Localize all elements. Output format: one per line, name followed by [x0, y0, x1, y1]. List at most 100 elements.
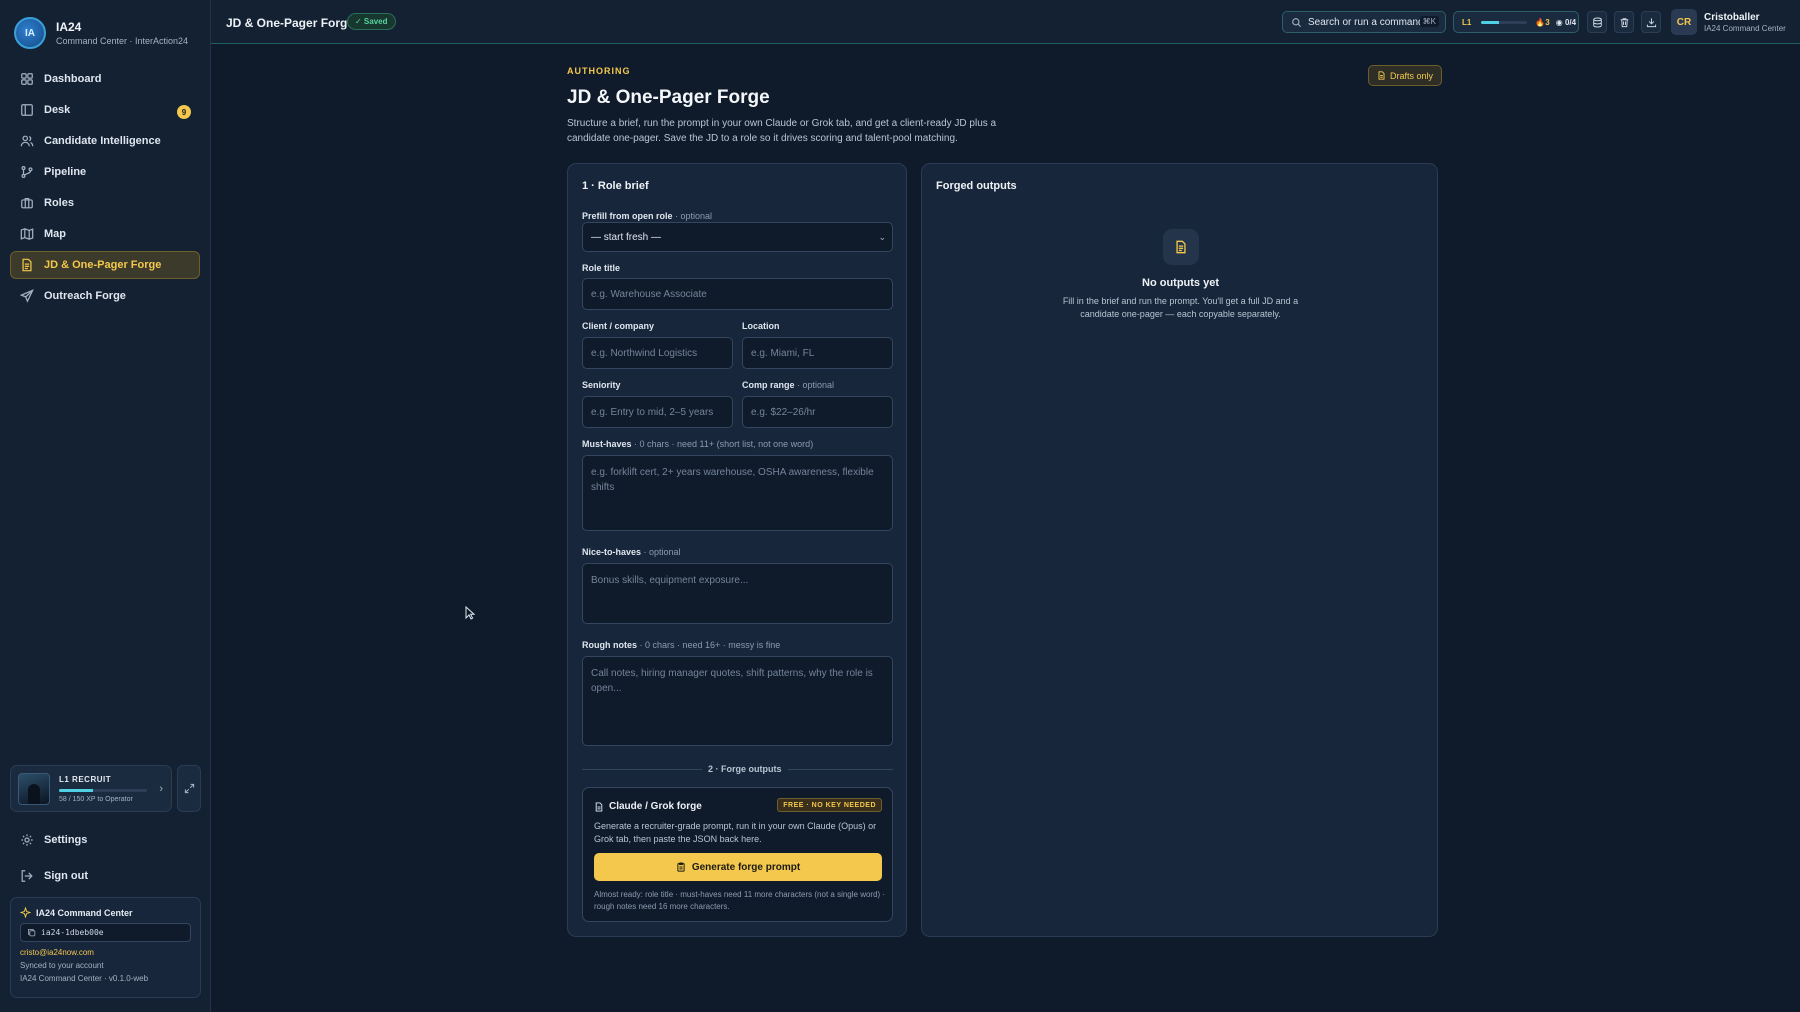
account-title: IA24 Command Center [20, 907, 191, 918]
location-label: Location [742, 321, 780, 331]
delete-button[interactable] [1614, 11, 1634, 33]
page-description: Structure a brief, run the prompt in you… [567, 118, 997, 144]
level-progress-fill [1481, 20, 1500, 24]
forge-description: Generate a recruiter-grade prompt, run i… [594, 821, 877, 844]
forge-title: Claude / Grok forge [594, 801, 702, 812]
role-title-label: Role title [582, 263, 621, 273]
comp-input[interactable]: e.g. $22–26/hr [742, 396, 893, 428]
branch-icon [21, 166, 33, 178]
account-email: cristo@ia24now.com [20, 948, 94, 957]
app-version: IA24 Command Center · v0.1.0-web [20, 974, 149, 983]
empty-document-icon [1163, 229, 1199, 265]
xp-level: L1 RECRUIT [59, 774, 112, 784]
account-id-copy[interactable]: ia24-1dbeb00e [20, 923, 191, 942]
download-button[interactable] [1641, 11, 1661, 33]
map-icon [20, 228, 34, 240]
clipboard-icon [677, 862, 685, 872]
prefill-role-select[interactable]: — start fresh — ⌄ [582, 222, 893, 252]
page-breadcrumb: JD & One-Pager Forge [226, 16, 355, 30]
gear-icon [21, 834, 33, 846]
users-icon [20, 135, 34, 147]
shortcut-hint: ⌘K [1419, 16, 1439, 27]
forged-outputs-panel: Forged outputs No outputs yet Fill in th… [921, 163, 1438, 937]
forge-outputs-heading: 2 · Forge outputs [702, 764, 788, 774]
brand-logo: IA [14, 17, 46, 49]
sidebar-item-roles[interactable]: Roles [10, 189, 200, 217]
free-tag-badge: FREE · NO KEY NEEDED [777, 798, 882, 812]
expand-button[interactable] [177, 765, 201, 812]
sidebar-item-jd-forge[interactable]: JD & One-Pager Forge [10, 251, 200, 279]
empty-state-description: Fill in the brief and run the prompt. Yo… [1062, 296, 1299, 319]
sidebar-item-candidate-intelligence[interactable]: Candidate Intelligence [10, 127, 200, 155]
quest-count: ◉ 0/4 [1555, 17, 1577, 27]
sidebar-item-desk[interactable]: Desk 9 [10, 96, 200, 124]
sidebar: IA IA24 Command Center · InterAction24 D… [0, 0, 211, 1012]
sidebar-item-dashboard[interactable]: Dashboard [10, 65, 200, 93]
nice-to-haves-textarea[interactable]: Bonus skills, equipment exposure... [582, 563, 893, 624]
dashboard-icon [21, 73, 33, 85]
sparkle-icon [20, 907, 31, 918]
send-icon [20, 289, 34, 303]
brand[interactable]: IA IA24 Command Center · InterAction24 [14, 17, 188, 49]
trash-icon [1620, 17, 1628, 27]
sidebar-item-label: Roles [44, 197, 74, 209]
saved-status-badge: ✓ Saved [347, 13, 396, 30]
prefill-label: Prefill from open role · optional [582, 211, 713, 221]
database-button[interactable] [1587, 11, 1607, 33]
briefcase-icon [21, 198, 33, 209]
desk-icon [21, 104, 33, 116]
comp-label: Comp range · optional [742, 380, 835, 390]
drafts-only-badge: Drafts only [1368, 65, 1443, 86]
brand-text: IA24 Command Center · InterAction24 [56, 20, 188, 46]
sidebar-item-settings[interactable]: Settings [10, 826, 200, 854]
sidebar-item-sign-out[interactable]: Sign out [10, 862, 200, 890]
search-icon [1292, 17, 1302, 27]
seniority-label: Seniority [582, 380, 621, 390]
document-icon [1378, 71, 1385, 80]
mouse-cursor-icon [465, 606, 475, 620]
rough-notes-label: Rough notes · 0 chars · need 16+ · messy… [582, 640, 781, 650]
forge-card: Claude / Grok forge FREE · NO KEY NEEDED… [582, 787, 893, 922]
must-haves-label: Must-haves · 0 chars · need 11+ (short l… [582, 439, 814, 449]
sidebar-item-pipeline[interactable]: Pipeline [10, 158, 200, 186]
level-progress-bar [1481, 20, 1528, 24]
client-input[interactable]: e.g. Northwind Logistics [582, 337, 733, 369]
document-icon [595, 801, 603, 812]
generate-forge-prompt-button[interactable]: Generate forge prompt [594, 853, 882, 881]
xp-progress-card[interactable]: L1 RECRUIT 58 / 150 XP to Operator › [10, 765, 172, 812]
document-icon [22, 258, 32, 272]
nice-to-haves-label: Nice-to-haves · optional [582, 547, 681, 557]
sidebar-item-label: Sign out [44, 870, 88, 882]
command-search[interactable]: Search or run a command ⌘K [1282, 11, 1446, 33]
expand-icon [184, 783, 194, 794]
level-status[interactable]: L1 🔥3 ◉ 0/4 [1453, 11, 1579, 33]
panel-title: Forged outputs [936, 180, 1017, 192]
chevron-right-icon: › [159, 783, 163, 795]
sidebar-item-outreach-forge[interactable]: Outreach Forge [10, 282, 200, 310]
account-card: IA24 Command Center ia24-1dbeb00e cristo… [10, 897, 201, 998]
chevron-down-icon: ⌄ [878, 232, 886, 242]
download-icon [1646, 17, 1656, 27]
sidebar-item-label: Candidate Intelligence [44, 135, 161, 147]
sidebar-item-label: Dashboard [44, 73, 102, 85]
brand-subtitle: Command Center · InterAction24 [56, 36, 189, 46]
location-input[interactable]: e.g. Miami, FL [742, 337, 893, 369]
user-menu[interactable]: CR Cristoballer IA24 Command Center [1671, 9, 1786, 35]
sidebar-item-map[interactable]: Map [10, 220, 200, 248]
role-title-input[interactable]: e.g. Warehouse Associate [582, 278, 893, 310]
user-name: Cristoballer [1704, 11, 1760, 23]
sidebar-nav: Dashboard Desk 9 Candidate Intelligence … [10, 65, 200, 313]
seniority-input[interactable]: e.g. Entry to mid, 2–5 years [582, 396, 733, 428]
empty-state-title: No outputs yet [1142, 277, 1219, 289]
rough-notes-textarea[interactable]: Call notes, hiring manager quotes, shift… [582, 656, 893, 746]
level-label: L1 [1462, 17, 1472, 27]
must-haves-textarea[interactable]: e.g. forklift cert, 2+ years warehouse, … [582, 455, 893, 531]
sidebar-item-label: Pipeline [44, 166, 87, 178]
brand-name: IA24 [56, 20, 82, 34]
role-brief-panel: 1 · Role brief Prefill from open role · … [567, 163, 907, 937]
sign-out-icon [21, 870, 33, 882]
xp-progress-fill [59, 788, 94, 792]
panel-title: 1 · Role brief [582, 180, 649, 192]
user-text: Cristoballer IA24 Command Center [1704, 12, 1786, 33]
xp-text: 58 / 150 XP to Operator [59, 795, 133, 803]
